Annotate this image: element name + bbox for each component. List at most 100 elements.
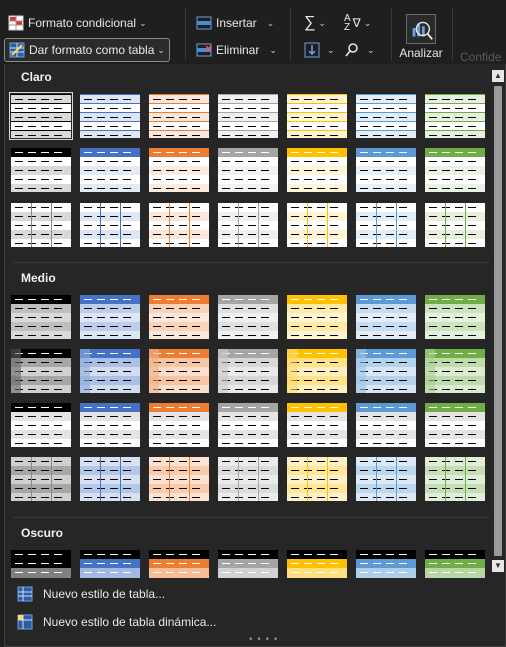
analyze-data-icon bbox=[406, 14, 436, 44]
table-style-light-3-gold[interactable] bbox=[287, 203, 347, 247]
table-style-medium-2-green[interactable] bbox=[425, 349, 485, 393]
table-style-medium-4-blue[interactable] bbox=[80, 457, 140, 501]
delete-label: Eliminar bbox=[216, 43, 260, 57]
ribbon-separator bbox=[391, 8, 392, 60]
table-style-dark-1-black[interactable] bbox=[11, 550, 71, 578]
table-style-medium-2-gold[interactable] bbox=[287, 349, 347, 393]
table-style-dark-1-blue[interactable] bbox=[80, 550, 140, 578]
format-as-table-button[interactable]: Dar formato como tabla ⌄ bbox=[4, 38, 170, 62]
conditional-format-icon bbox=[8, 15, 24, 31]
table-style-dark-1-light-blue[interactable] bbox=[356, 550, 416, 578]
table-style-medium-3-gold[interactable] bbox=[287, 403, 347, 447]
table-style-light-3-orange[interactable] bbox=[149, 203, 209, 247]
section-label-medium: Medio bbox=[21, 271, 56, 285]
table-style-light-2-gold[interactable] bbox=[287, 148, 347, 192]
table-style-medium-4-gold[interactable] bbox=[287, 457, 347, 501]
table-style-light-1-black[interactable] bbox=[9, 92, 73, 140]
table-style-light-1-gray[interactable] bbox=[218, 94, 278, 138]
table-style-medium-4-green[interactable] bbox=[425, 457, 485, 501]
table-style-light-2-green[interactable] bbox=[425, 148, 485, 192]
section-divider bbox=[13, 517, 489, 518]
new-table-style-label: Nuevo estilo de tabla... bbox=[43, 587, 166, 601]
table-style-light-2-orange[interactable] bbox=[149, 148, 209, 192]
table-style-light-3-blue[interactable] bbox=[80, 203, 140, 247]
table-style-light-1-light-blue[interactable] bbox=[356, 94, 416, 138]
table-style-light-3-green[interactable] bbox=[425, 203, 485, 247]
insert-label: Insertar bbox=[216, 16, 257, 30]
table-style-light-2-gray[interactable] bbox=[218, 148, 278, 192]
table-style-light-1-blue[interactable] bbox=[80, 94, 140, 138]
table-style-medium-4-light-blue[interactable] bbox=[356, 457, 416, 501]
scroll-down-icon[interactable]: ▼ bbox=[492, 560, 504, 572]
table-style-medium-1-orange[interactable] bbox=[149, 295, 209, 339]
chevron-down-icon: ⌄ bbox=[157, 44, 165, 55]
gallery-scrollbar[interactable]: ▲ ▼ bbox=[491, 64, 505, 578]
table-style-medium-2-blue[interactable] bbox=[80, 349, 140, 393]
chevron-down-icon: ⌄ bbox=[327, 44, 335, 55]
table-style-light-3-light-blue[interactable] bbox=[356, 203, 416, 247]
sort-filter-button[interactable]: AZ ∇ ⌄ bbox=[340, 12, 375, 34]
ribbon-separator bbox=[185, 8, 186, 60]
table-style-light-2-light-blue[interactable] bbox=[356, 148, 416, 192]
table-style-medium-3-orange[interactable] bbox=[149, 403, 209, 447]
analyze-label: Analizar bbox=[399, 46, 443, 60]
ribbon-separator bbox=[290, 8, 291, 60]
table-style-light-1-green[interactable] bbox=[425, 94, 485, 138]
table-style-medium-3-black[interactable] bbox=[11, 403, 71, 447]
table-style-light-1-gold[interactable] bbox=[287, 94, 347, 138]
new-pivot-style-label: Nuevo estilo de tabla dinámica... bbox=[43, 615, 217, 629]
chevron-down-icon: ⌄ bbox=[266, 17, 275, 28]
table-style-light-2-blue[interactable] bbox=[80, 148, 140, 192]
new-table-style-item[interactable]: Nuevo estilo de tabla... bbox=[17, 582, 165, 606]
table-style-medium-1-light-blue[interactable] bbox=[356, 295, 416, 339]
table-style-medium-1-gray[interactable] bbox=[218, 295, 278, 339]
table-style-dark-1-gray[interactable] bbox=[218, 550, 278, 578]
table-style-medium-1-green[interactable] bbox=[425, 295, 485, 339]
table-style-light-2-black[interactable] bbox=[11, 148, 71, 192]
chevron-down-icon: ⌄ bbox=[269, 44, 277, 55]
table-style-dark-1-gold[interactable] bbox=[287, 550, 347, 578]
sort-filter-icon: AZ bbox=[344, 13, 351, 33]
table-style-medium-3-blue[interactable] bbox=[80, 403, 140, 447]
analyze-button[interactable]: Analizar bbox=[396, 14, 446, 64]
search-icon bbox=[345, 43, 358, 57]
table-style-medium-4-black[interactable] bbox=[11, 457, 71, 501]
table-style-medium-1-gold[interactable] bbox=[287, 295, 347, 339]
table-style-light-1-orange[interactable] bbox=[149, 94, 209, 138]
table-style-medium-2-light-blue[interactable] bbox=[356, 349, 416, 393]
section-label-dark: Oscuro bbox=[21, 526, 64, 540]
conditional-format-button[interactable]: Formato condicional ⌄ bbox=[4, 12, 151, 34]
table-style-medium-2-black[interactable] bbox=[11, 349, 71, 393]
insert-button[interactable]: Insertar ⌄ bbox=[192, 12, 278, 34]
table-style-medium-1-black[interactable] bbox=[11, 295, 71, 339]
fill-button[interactable]: ⌄ bbox=[300, 38, 339, 62]
new-pivot-style-item[interactable]: Nuevo estilo de tabla dinámica... bbox=[17, 610, 216, 634]
table-style-gallery: Claro Medio Oscuro bbox=[5, 64, 491, 578]
table-style-medium-3-light-blue[interactable] bbox=[356, 403, 416, 447]
table-style-medium-2-gray[interactable] bbox=[218, 349, 278, 393]
section-label-light: Claro bbox=[21, 70, 52, 84]
find-select-button[interactable]: ⌄ bbox=[340, 38, 379, 62]
chevron-down-icon: ⌄ bbox=[139, 17, 147, 28]
table-style-dark-1-orange[interactable] bbox=[149, 550, 209, 578]
ribbon-separator bbox=[452, 8, 453, 60]
format-as-table-label: Dar formato como tabla bbox=[29, 43, 155, 57]
table-style-dark-1-green[interactable] bbox=[425, 550, 485, 578]
scroll-up-icon[interactable]: ▲ bbox=[492, 70, 504, 82]
table-style-medium-4-gray[interactable] bbox=[218, 457, 278, 501]
chevron-down-icon: ⌄ bbox=[363, 17, 372, 28]
table-style-light-3-gray[interactable] bbox=[218, 203, 278, 247]
table-style-medium-3-gray[interactable] bbox=[218, 403, 278, 447]
resize-grip[interactable]: • • • • bbox=[249, 634, 278, 645]
table-style-medium-1-blue[interactable] bbox=[80, 295, 140, 339]
autosum-button[interactable]: ∑ ⌄ bbox=[300, 12, 330, 34]
delete-button[interactable]: Eliminar ⌄ bbox=[192, 38, 281, 62]
table-styles-dropdown: Claro Medio Oscuro ▲ ▼ Nuevo estilo de t… bbox=[4, 64, 506, 647]
new-pivot-style-icon bbox=[17, 614, 33, 630]
scrollbar-thumb[interactable] bbox=[494, 86, 502, 556]
table-style-medium-4-orange[interactable] bbox=[149, 457, 209, 501]
table-style-medium-2-orange[interactable] bbox=[149, 349, 209, 393]
delete-cells-icon bbox=[196, 43, 212, 57]
table-style-medium-3-green[interactable] bbox=[425, 403, 485, 447]
table-style-light-3-black[interactable] bbox=[11, 203, 71, 247]
